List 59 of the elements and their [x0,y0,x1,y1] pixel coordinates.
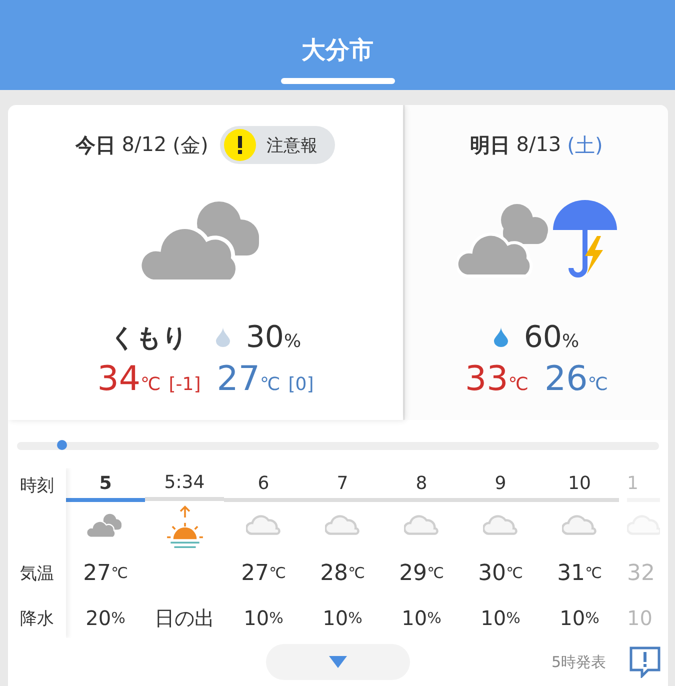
hourly-temperature: 31℃ [557,560,602,588]
temperature-difference: [0] [288,374,314,395]
date-text: 8/13 [516,132,562,158]
hourly-temperature: 30℃ [478,560,523,588]
hourly-temperature: 27℃ [83,560,128,588]
day-label: 明日 [470,132,510,158]
date-text: 8/12 [122,132,167,158]
hourly-precipitation: 10% [560,605,600,632]
feedback-icon[interactable] [628,646,662,678]
row-label: 気温 [19,562,55,586]
cloud-umbrella-lightning-icon [456,200,616,280]
day-forecast-panel[interactable]: 今日 8/12 (金) 注意報 くもり 30% 34℃ [-1] 27℃ [0] [8,105,403,420]
hourly-precipitation: 10% [244,605,284,632]
hourly-temperature: 27℃ [241,560,286,588]
hour-tab[interactable]: 9 [461,468,540,502]
raindrop-icon [216,327,230,347]
cloud-icon [324,514,360,536]
cloud-icon [482,514,518,536]
slider-thumb[interactable] [56,440,67,450]
hourly-temperature: 28℃ [320,560,365,588]
low-temperature: 26℃ [544,359,608,399]
high-temperature: 33℃ [465,359,528,399]
row-label: 時刻 [19,474,55,498]
cloud-icon [404,514,440,536]
precipitation-chance: 60% [524,320,580,354]
issued-time: 5時発表 [551,652,606,672]
low-temperature: 27℃ [216,359,280,399]
precipitation-chance: 30% [246,320,302,354]
cloud-icon [246,514,282,536]
hourly-temperature: 29℃ [399,560,444,588]
hour-tab[interactable]: 7 [303,468,382,502]
caret-down-icon [329,656,347,668]
hour-tab[interactable]: 5:34 [145,468,224,502]
warning-badge[interactable]: 注意報 [220,126,336,164]
timeline-slider[interactable] [17,442,659,450]
hour-tab[interactable]: 10 [540,468,619,502]
hourly-precipitation: 10 [627,605,652,632]
raindrop-icon [494,327,508,347]
hourly-precipitation: 日の出 [154,604,214,632]
day-label: 今日 [76,132,116,158]
hour-tab[interactable]: 6 [224,468,303,502]
day-forecast-panel[interactable]: 明日 8/13 (土) 60% 33℃ 26℃ [405,105,668,420]
condition-text: くもり [110,322,188,354]
weekday-text: (金) [172,132,208,158]
temperature-difference: [-1] [168,374,201,395]
hourly-precipitation: 20% [86,605,126,632]
hour-tab[interactable]: 5 [66,468,145,502]
hour-tab[interactable]: 8 [382,468,461,502]
cloud-icon [562,514,598,536]
cloud-icon [86,512,124,538]
hourly-precipitation: 10% [480,605,520,632]
exclamation-icon [238,136,242,154]
hourly-precipitation: 10% [402,605,442,632]
row-label: 降水 [19,608,55,630]
weekday-text: (土) [567,132,603,158]
hourly-temperature: 32 [627,560,655,588]
expand-button[interactable] [266,644,410,680]
hourly-precipitation: 10% [322,605,362,632]
high-temperature: 34℃ [97,359,161,399]
